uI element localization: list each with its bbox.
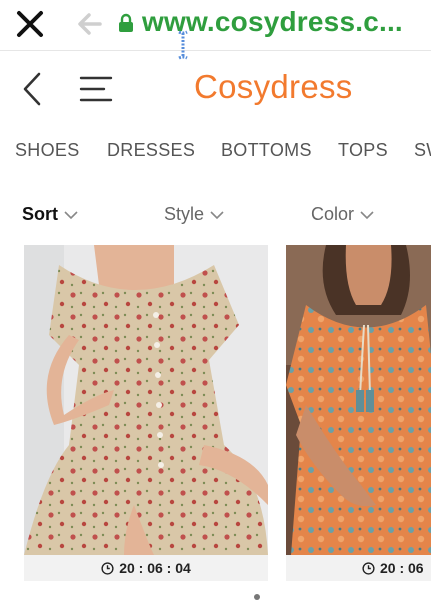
category-bottoms[interactable]: BOTTOMS	[221, 140, 312, 161]
product-image[interactable]	[286, 245, 431, 555]
browser-back-icon[interactable]	[76, 10, 104, 38]
product-card[interactable]: 20 : 06	[286, 245, 431, 581]
sort-dropdown[interactable]: Sort	[22, 204, 78, 225]
category-shoes[interactable]: SHOES	[15, 140, 80, 161]
category-sw[interactable]: SW	[414, 140, 431, 161]
site-header: Cosydress	[0, 51, 431, 127]
chevron-down-icon	[64, 210, 78, 219]
product-image[interactable]	[24, 245, 268, 555]
chevron-down-icon	[360, 210, 374, 219]
clock-icon	[362, 561, 375, 575]
back-chevron-icon[interactable]	[20, 71, 44, 107]
site-logo[interactable]: Cosydress	[194, 68, 353, 106]
filter-bar: Sort Style Color	[0, 204, 431, 234]
style-dropdown[interactable]: Style	[164, 204, 224, 225]
chevron-down-icon	[210, 210, 224, 219]
countdown-timer: 20 : 06	[286, 555, 431, 581]
color-label: Color	[311, 204, 355, 224]
countdown-value: 20 : 06 : 04	[119, 560, 191, 576]
countdown-timer: 20 : 06 : 04	[24, 555, 268, 581]
close-icon[interactable]	[14, 8, 46, 40]
category-tops[interactable]: TOPS	[338, 140, 388, 161]
sort-label: Sort	[22, 204, 58, 224]
color-dropdown[interactable]: Color	[311, 204, 374, 225]
style-label: Style	[164, 204, 205, 224]
lock-icon	[119, 13, 133, 32]
menu-icon[interactable]	[78, 71, 114, 107]
product-card[interactable]: 20 : 06 : 04	[24, 245, 268, 581]
browser-url-bar: www.cosydress.c...	[0, 0, 431, 60]
clock-icon	[101, 561, 114, 575]
category-nav: SHOES DRESSES BOTTOMS TOPS SW	[0, 140, 431, 170]
category-dresses[interactable]: DRESSES	[107, 140, 195, 161]
countdown-value: 20 : 06	[380, 560, 424, 576]
pagination-dot	[254, 594, 260, 600]
